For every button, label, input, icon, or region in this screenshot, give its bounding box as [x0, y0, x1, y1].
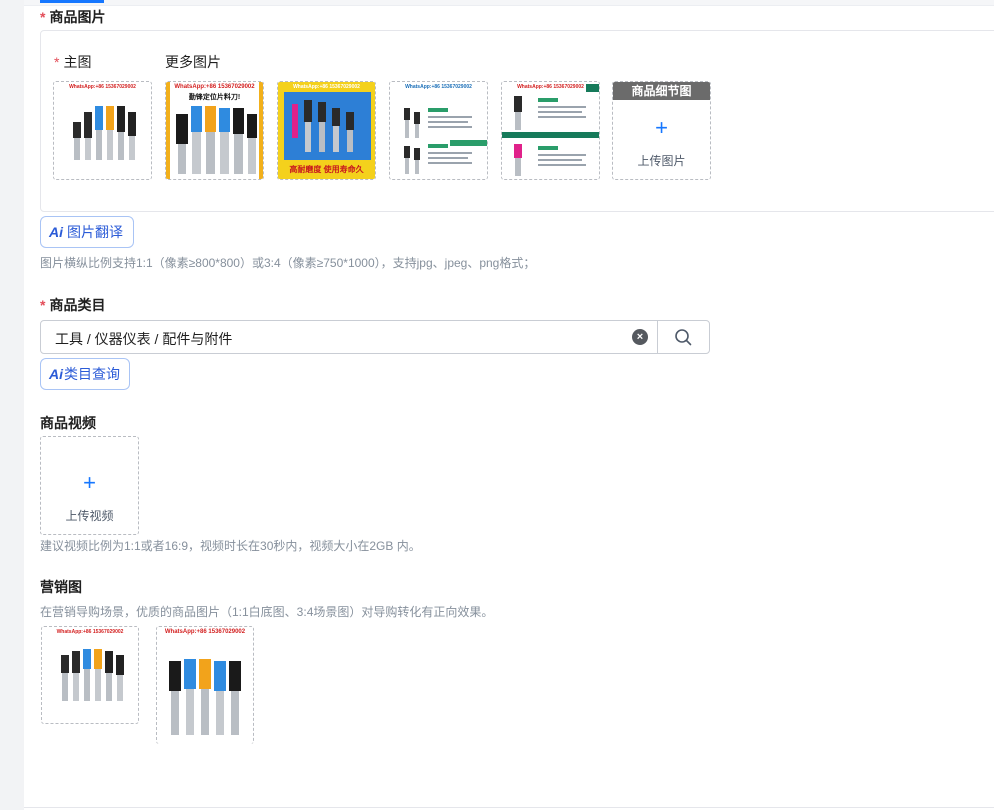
image-format-hint: 图片横纵比例支持1:1（像素≥800*800）或3:4（像素≥750*1000）…: [40, 256, 536, 270]
more-image-thumb-2[interactable]: WhatsApp:+86 15367029002 高耐磨度 使用寿命久: [277, 81, 376, 180]
required-mark: *: [40, 297, 46, 313]
detail-upload-header: 商品细节图: [613, 82, 710, 100]
spec-sheet: [502, 84, 599, 176]
ai-icon: Ai: [49, 224, 63, 240]
ai-category-query-button[interactable]: Ai 类目查询: [40, 358, 130, 390]
video-hint: 建议视频比例为1:1或者16:9，视频时长在30秒内，视频大小在2GB 内。: [40, 539, 421, 553]
ai-translate-label: 图片翻译: [67, 224, 123, 240]
main-image-thumb[interactable]: WhatsApp:+86 15367029002: [53, 81, 152, 180]
active-tab-indicator: [40, 0, 104, 3]
ai-icon: Ai: [49, 366, 63, 382]
marketing-image-square[interactable]: WhatsApp:+86 15367029002: [41, 626, 139, 724]
marketing-image-label: 营销图: [40, 579, 82, 595]
router-bits-photo: [176, 106, 257, 174]
more-images-label: 更多图片: [165, 54, 221, 70]
upload-video-text: 上传视频: [65, 509, 114, 523]
more-image-thumb-3[interactable]: WhatsApp:+86 15367029002: [389, 81, 488, 180]
video-upload[interactable]: + 上传视频: [40, 436, 139, 535]
plus-icon: +: [655, 115, 668, 140]
required-mark: *: [40, 9, 46, 25]
thumb-caption: 高耐磨度 使用寿命久: [289, 165, 364, 174]
product-images-label: * 商品图片: [40, 7, 105, 27]
required-mark: *: [54, 54, 60, 70]
ai-image-translate-button[interactable]: Ai 图片翻译: [40, 216, 134, 248]
main-image-label: * 主图: [54, 52, 91, 72]
detail-image-upload[interactable]: 商品细节图 + 上传图片: [612, 81, 711, 180]
category-label: * 商品类目: [40, 295, 105, 315]
router-bits-photo: [61, 649, 124, 701]
plus-icon: +: [83, 470, 96, 495]
product-images-label-text: 商品图片: [49, 9, 106, 25]
router-bits-photo: [73, 106, 136, 160]
category-search-button[interactable]: [657, 321, 710, 353]
marketing-hint: 在营销导购场景，优质的商品图片（1:1白底图、3:4场景图）对导购转化有正向效果…: [40, 605, 494, 619]
marketing-image-portrait[interactable]: WhatsApp:+86 15367029002: [156, 626, 254, 744]
watermark-text: WhatsApp:+86 15367029002: [293, 84, 360, 90]
spec-sheet: [404, 108, 487, 174]
ai-category-query-label: 类目查询: [64, 366, 120, 382]
search-icon: [675, 329, 692, 346]
category-label-text: 商品类目: [49, 297, 106, 313]
clear-icon[interactable]: ×: [632, 329, 648, 345]
bit: [73, 122, 81, 160]
left-rail: [0, 0, 24, 810]
product-video-label: 商品视频: [40, 415, 96, 431]
bottom-divider: [24, 807, 994, 808]
main-image-label-text: 主图: [63, 54, 92, 70]
category-input[interactable]: 工具 / 仪器仪表 / 配件与附件 ×: [40, 320, 710, 354]
upload-image-text: 上传图片: [637, 154, 686, 168]
router-bits-photo: [169, 659, 241, 735]
category-value: 工具 / 仪器仪表 / 配件与附件: [55, 331, 233, 347]
more-image-thumb-1[interactable]: WhatsApp:+86 15367029002 勤锋定位片料刀!: [165, 81, 264, 180]
more-image-thumb-4[interactable]: WhatsApp:+86 15367029002: [501, 81, 600, 180]
top-tab-bar: [24, 0, 994, 6]
